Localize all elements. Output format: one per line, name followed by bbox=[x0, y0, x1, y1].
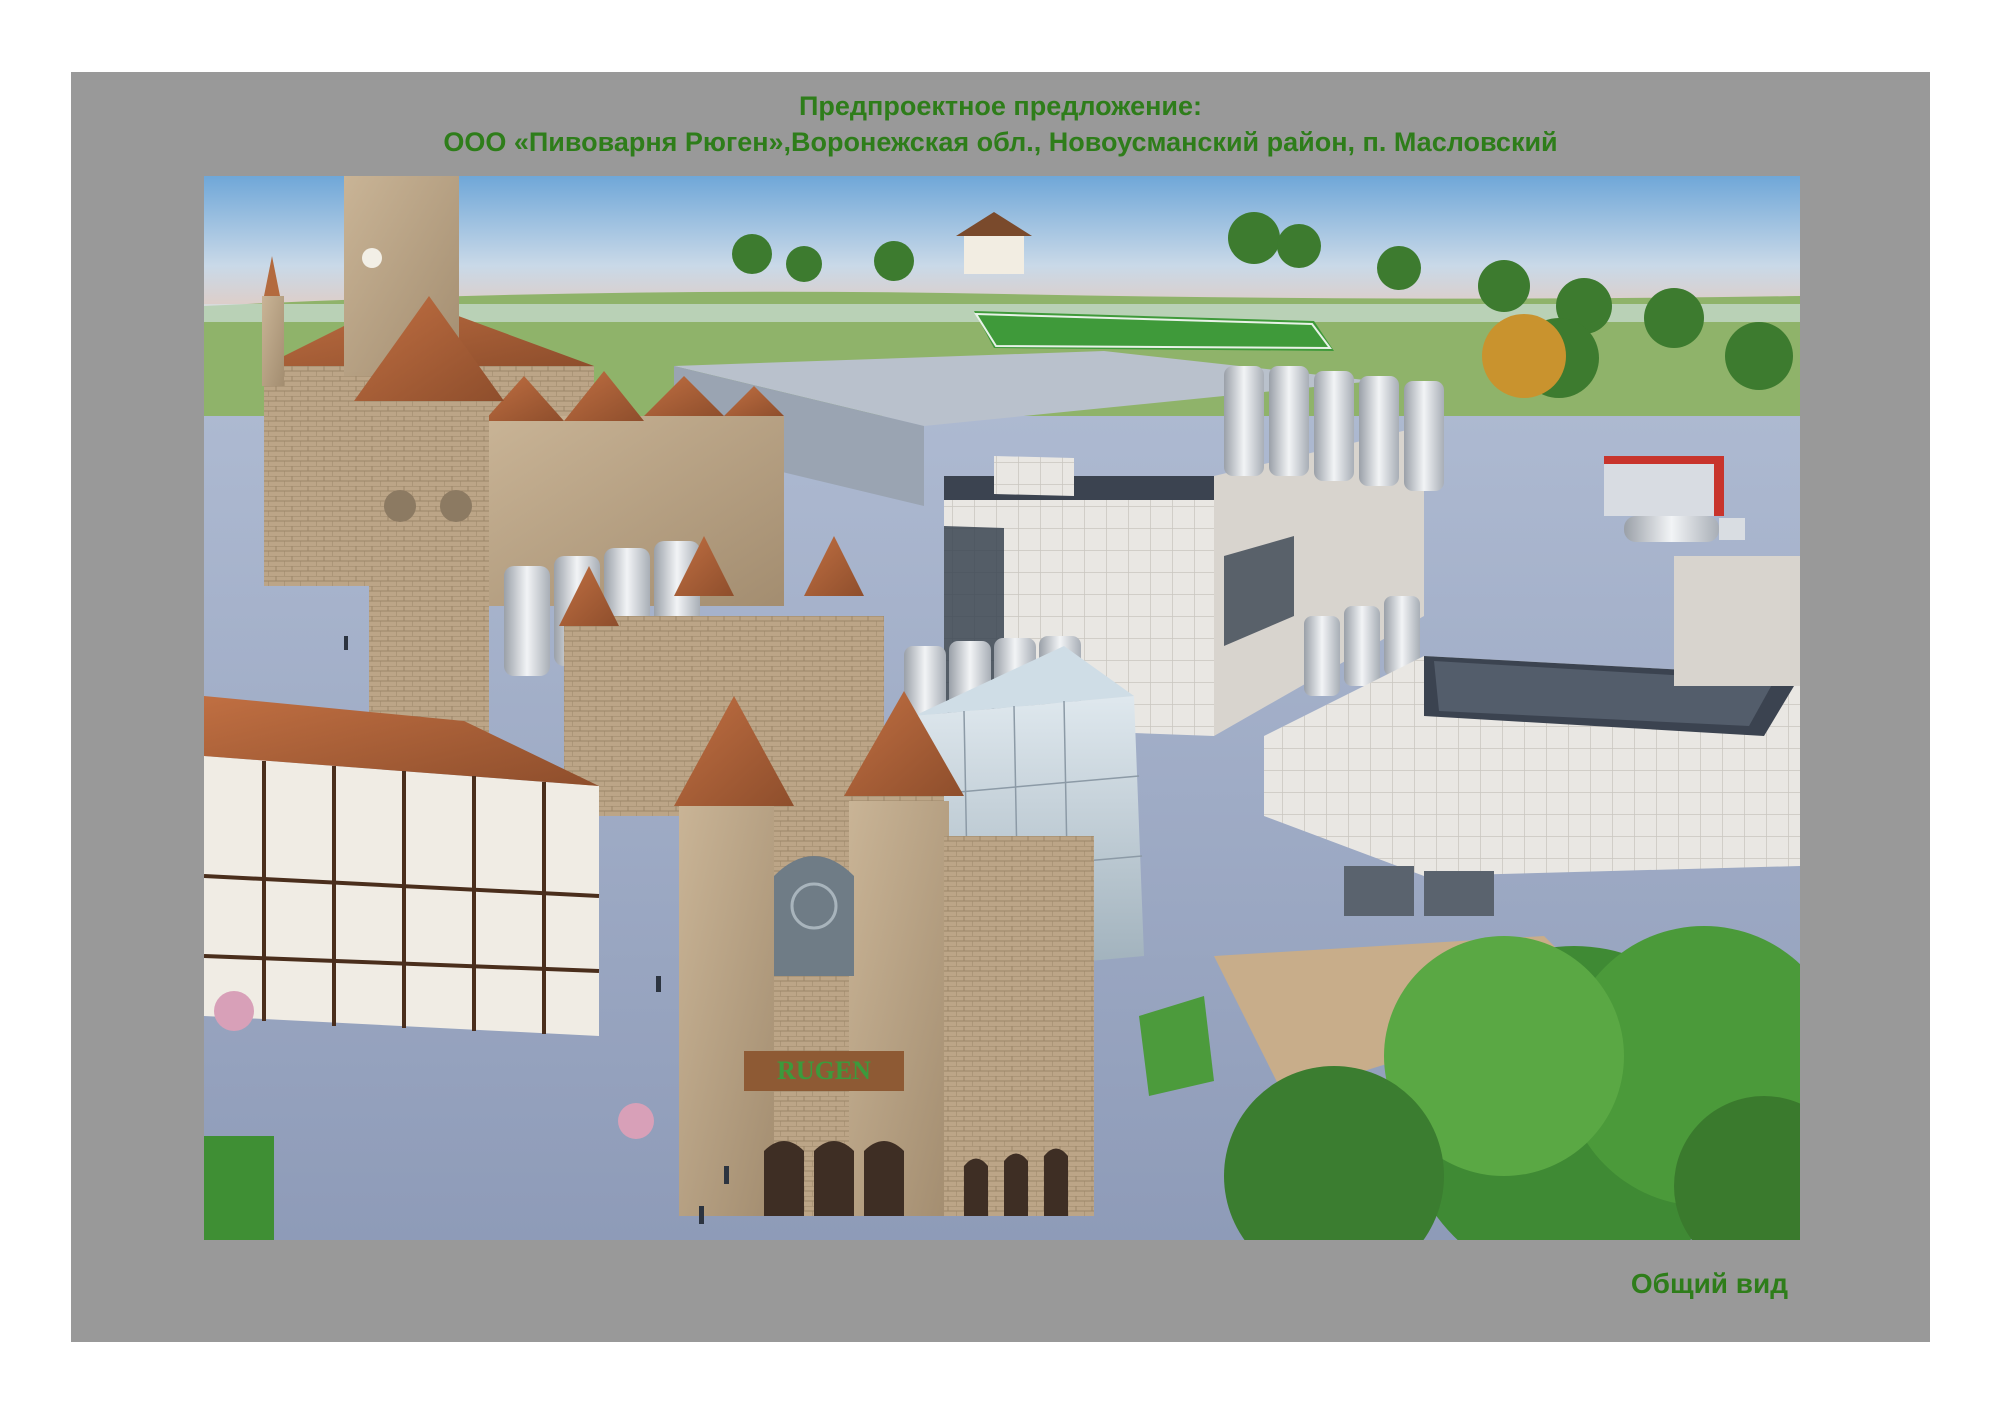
presentation-sheet: Предпроектное предложение: ООО «Пивоварн… bbox=[71, 72, 1930, 1342]
sheet-title-line1: Предпроектное предложение: bbox=[798, 91, 1203, 121]
sheet-title-line2: ООО «Пивоварня Рюген»,Воронежская обл., … bbox=[443, 127, 1558, 157]
architectural-render-image: RUGEN bbox=[204, 176, 1800, 1240]
sheet-caption: Общий вид bbox=[1630, 1268, 1788, 1299]
render-illustration: RUGEN bbox=[204, 176, 1800, 1240]
brand-sign: RUGEN bbox=[777, 1056, 871, 1085]
